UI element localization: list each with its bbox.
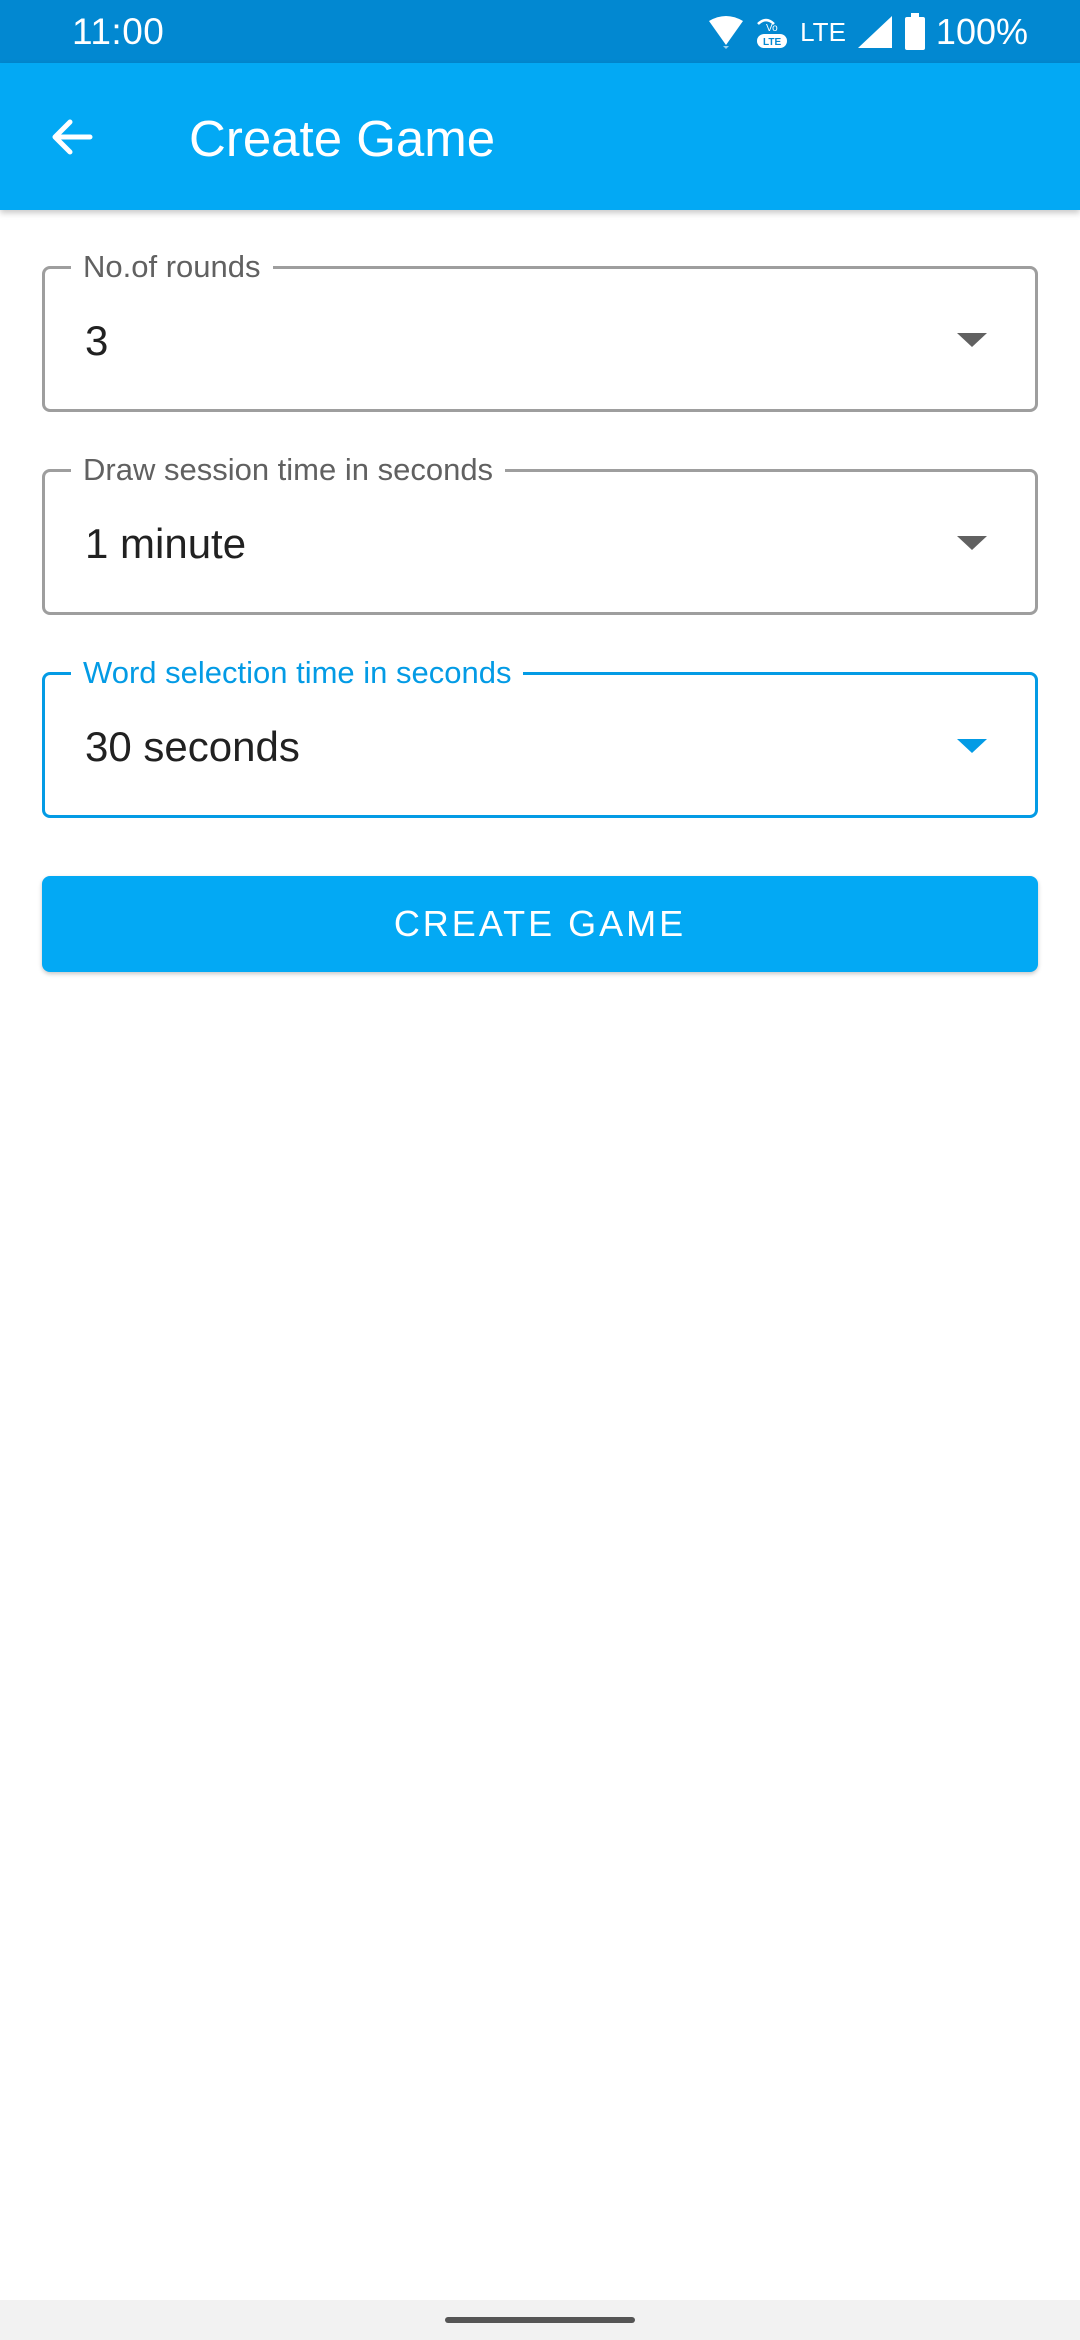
page-title: Create Game (189, 110, 496, 167)
dropdown-arrow-icon (957, 739, 987, 753)
status-time: 11:00 (72, 11, 165, 52)
word-time-dropdown[interactable]: Word selection time in seconds 30 second… (42, 654, 1038, 818)
signal-icon (856, 14, 894, 50)
dropdown-arrow-icon (957, 536, 987, 550)
rounds-label: No.of rounds (71, 248, 273, 286)
arrow-left-icon (52, 119, 93, 155)
navigation-bar (0, 2300, 1080, 2340)
battery-icon (904, 13, 926, 51)
status-bar: 11:00 Vo LTE LTE 100% (0, 0, 1080, 63)
app-screen: 11:00 Vo LTE LTE 100% Create Game No.of … (0, 0, 1080, 2340)
draw-time-dropdown[interactable]: Draw session time in seconds 1 minute (42, 451, 1038, 615)
word-time-label: Word selection time in seconds (71, 654, 524, 692)
wifi-icon (708, 15, 744, 49)
status-icons: Vo LTE LTE 100% (708, 8, 1028, 56)
home-gesture-handle[interactable] (445, 2317, 635, 2323)
draw-time-value: 1 minute (85, 520, 247, 567)
rounds-dropdown[interactable]: No.of rounds 3 (42, 248, 1038, 412)
volte-icon: Vo LTE (754, 14, 790, 50)
lte-label: LTE (800, 17, 846, 47)
svg-text:LTE: LTE (763, 37, 781, 48)
rounds-value: 3 (85, 317, 109, 364)
dropdown-arrow-icon (957, 333, 987, 347)
draw-time-label: Draw session time in seconds (71, 451, 506, 489)
word-time-value: 30 seconds (85, 723, 300, 770)
create-game-button[interactable]: CREATE GAME (42, 876, 1038, 972)
app-bar: Create Game (0, 63, 1080, 210)
svg-text:Vo: Vo (766, 23, 778, 34)
back-button[interactable] (30, 99, 114, 175)
battery-percent: 100% (935, 11, 1028, 52)
